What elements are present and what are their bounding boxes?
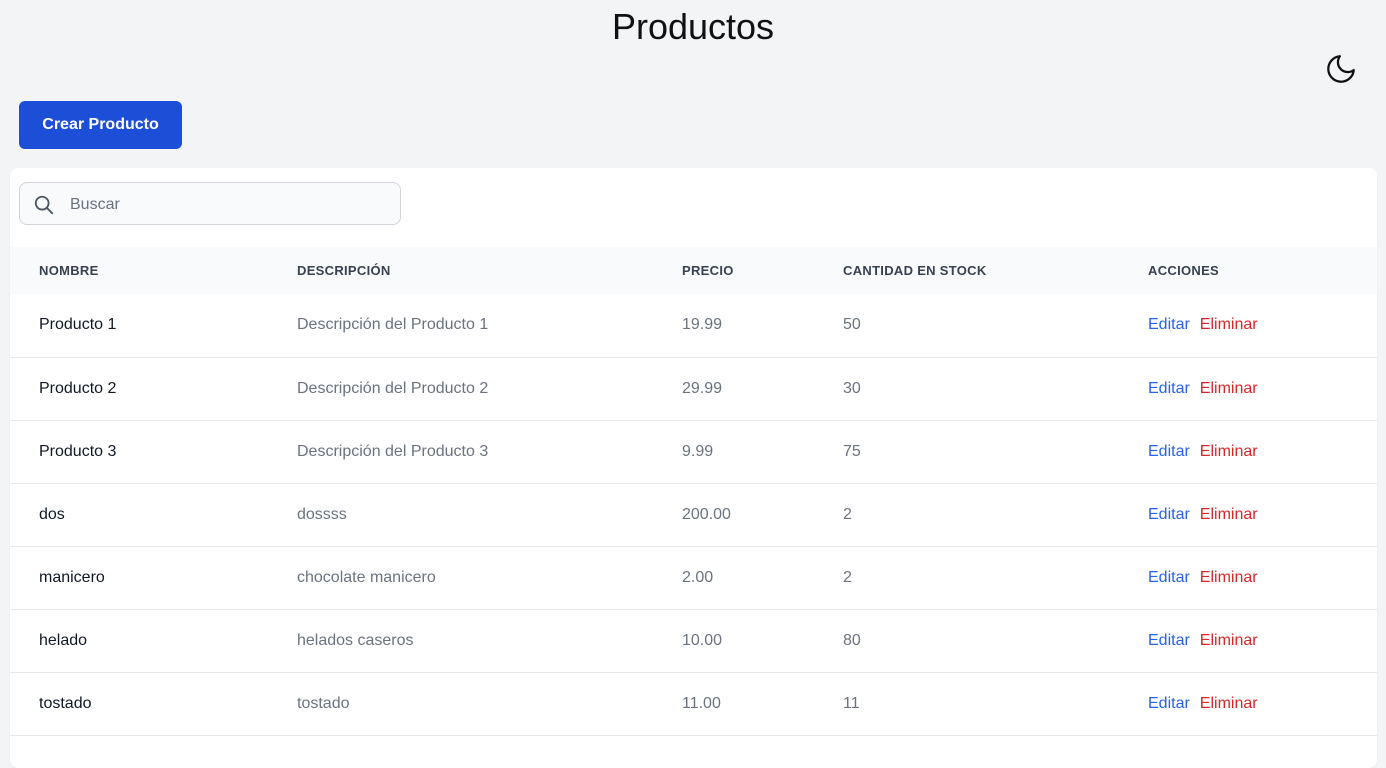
- product-actions-cell: Editar Eliminar: [1119, 420, 1377, 483]
- product-stock-cell: 30: [843, 379, 861, 397]
- table-body: Producto 1 Descripción del Producto 1 19.9…: [10, 294, 1377, 735]
- product-name-cell: helado: [39, 631, 88, 649]
- edit-link[interactable]: Editar: [1148, 569, 1190, 586]
- table-row: Producto 3 Descripción del Producto 3 9.99…: [10, 420, 1377, 483]
- product-description-cell: Descripción del Producto 3: [297, 442, 489, 460]
- table-row: dos dossss 200.00 2 Editar Eliminar: [10, 483, 1377, 546]
- product-actions-cell: Editar Eliminar: [1119, 546, 1377, 609]
- product-name-cell: dos: [39, 505, 65, 523]
- product-actions-cell: Editar Eliminar: [1119, 357, 1377, 420]
- product-description-cell: dossss: [297, 505, 347, 523]
- delete-link[interactable]: Eliminar: [1200, 316, 1258, 333]
- edit-link[interactable]: Editar: [1148, 695, 1190, 712]
- product-actions-cell: Editar Eliminar: [1119, 609, 1377, 672]
- product-stock-cell: 50: [843, 316, 861, 334]
- product-stock-cell: 75: [843, 442, 861, 460]
- product-actions-cell: Editar Eliminar: [1119, 672, 1377, 735]
- edit-link[interactable]: Editar: [1148, 380, 1190, 397]
- delete-link[interactable]: Eliminar: [1200, 506, 1258, 523]
- table-row: Producto 1 Descripción del Producto 1 19.9…: [10, 294, 1377, 357]
- product-name-cell: Producto 1: [39, 316, 117, 334]
- search-input[interactable]: [68, 183, 392, 226]
- table-row: manicero chocolate manicero 2.00 2 Editar Eli…: [10, 546, 1377, 609]
- delete-link[interactable]: Eliminar: [1200, 569, 1258, 586]
- delete-link[interactable]: Eliminar: [1200, 695, 1258, 712]
- table-header-row: NOMBRE DESCRIPCIÓN PRECIO CANTIDAD EN ST…: [10, 247, 1377, 294]
- product-stock-cell: 2: [843, 568, 852, 586]
- table-row: Producto 2 Descripción del Producto 2 29.9…: [10, 357, 1377, 420]
- column-header-name[interactable]: NOMBRE: [10, 247, 268, 294]
- product-price-cell: 29.99: [682, 379, 723, 397]
- product-price-cell: 200.00: [682, 505, 731, 523]
- product-price-cell: 9.99: [682, 442, 714, 460]
- product-price-cell: 2.00: [682, 568, 714, 586]
- product-actions-cell: Editar Eliminar: [1119, 483, 1377, 546]
- edit-link[interactable]: Editar: [1148, 443, 1190, 460]
- edit-link[interactable]: Editar: [1148, 506, 1190, 523]
- column-header-actions: ACCIONES: [1148, 263, 1220, 278]
- search-icon: [34, 195, 54, 215]
- table-row: helado helados caseros 10.00 80 Editar Elimin…: [10, 609, 1377, 672]
- product-description-cell: chocolate manicero: [297, 568, 436, 586]
- products-table: NOMBRE DESCRIPCIÓN PRECIO CANTIDAD EN ST…: [10, 247, 1377, 736]
- column-header-stock[interactable]: CANTIDAD EN STOCK: [814, 247, 1119, 294]
- product-price-cell: 19.99: [682, 316, 723, 334]
- product-name-cell: Producto 2: [39, 379, 117, 397]
- product-price-cell: 10.00: [682, 631, 723, 649]
- theme-toggle-button[interactable]: [1324, 52, 1358, 86]
- product-actions-cell: Editar Eliminar: [1119, 294, 1377, 357]
- product-stock-cell: 80: [843, 631, 861, 649]
- edit-link[interactable]: Editar: [1148, 316, 1190, 333]
- product-price-cell: 11.00: [682, 694, 721, 712]
- product-description-cell: tostado: [297, 694, 350, 712]
- column-header-price[interactable]: PRECIO: [653, 247, 814, 294]
- delete-link[interactable]: Eliminar: [1200, 443, 1258, 460]
- product-description-cell: Descripción del Producto 1: [297, 316, 489, 334]
- moon-icon: [1327, 55, 1355, 83]
- products-card: NOMBRE DESCRIPCIÓN PRECIO CANTIDAD EN ST…: [10, 168, 1377, 768]
- product-description-cell: Descripción del Producto 2: [297, 379, 489, 397]
- product-name-cell: Producto 3: [39, 442, 117, 460]
- product-stock-cell: 11: [843, 694, 860, 712]
- column-header-description[interactable]: DESCRIPCIÓN: [268, 247, 653, 294]
- product-name-cell: manicero: [39, 568, 105, 586]
- delete-link[interactable]: Eliminar: [1200, 380, 1258, 397]
- product-stock-cell: 2: [843, 505, 852, 523]
- search-box: [19, 182, 401, 226]
- table-row: tostado tostado 11.00 11 Editar Eliminar: [10, 672, 1377, 735]
- product-name-cell: tostado: [39, 694, 92, 712]
- page-title: Productos: [611, 6, 775, 47]
- create-product-button[interactable]: Crear Producto: [19, 101, 182, 149]
- product-description-cell: helados caseros: [297, 631, 414, 649]
- delete-link[interactable]: Eliminar: [1200, 632, 1258, 649]
- edit-link[interactable]: Editar: [1148, 632, 1190, 649]
